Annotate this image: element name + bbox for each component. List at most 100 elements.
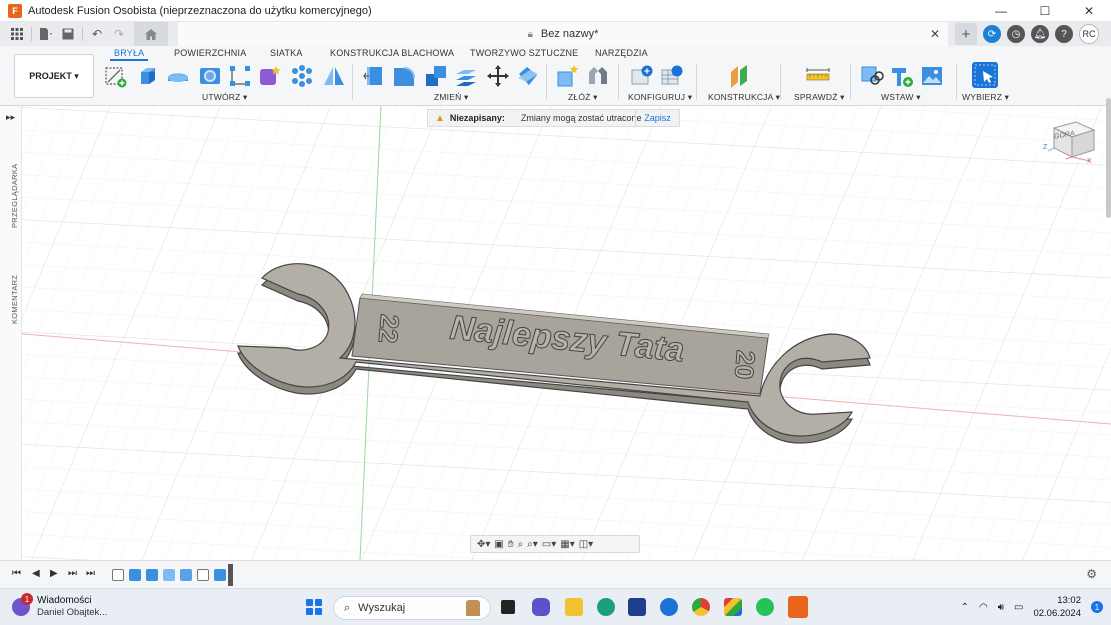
pan-icon[interactable]: ✋︎ [508,539,514,550]
mirror-icon[interactable] [322,64,346,88]
timeline-prev-button[interactable]: ◀ [32,568,40,579]
pattern-icon[interactable] [290,64,314,88]
volume-icon[interactable]: 🔊︎ [998,602,1004,613]
task-view-icon[interactable] [501,600,515,614]
timeline-play-button[interactable]: ▶ [50,568,58,579]
group-wybierz[interactable]: WYBIERZ ▾ [962,92,1009,103]
whatsapp-icon[interactable] [756,598,774,616]
timeline-next-button[interactable]: ⏭ [68,568,77,579]
notifications-icon[interactable]: 🔔︎ [1031,25,1049,43]
offset-face-icon[interactable] [454,64,478,88]
data-panel-grid-icon[interactable] [6,23,28,45]
gear-icon[interactable]: ⚙ [1086,567,1097,581]
move-icon[interactable] [486,64,510,88]
timeline-fillet-icon[interactable] [163,569,175,581]
maximize-button[interactable]: ☐ [1023,0,1067,22]
tab-siatka[interactable]: SIATKA [270,48,303,58]
minimize-button[interactable]: — [979,0,1023,22]
notification-center-icon[interactable]: 1 [1091,601,1103,613]
configure-table-icon[interactable] [660,64,684,88]
redo-icon[interactable]: ↷ [108,23,130,45]
timeline-extrude-icon[interactable] [146,569,158,581]
group-wstaw[interactable]: WSTAW ▾ [881,92,921,103]
insert-mesh-icon[interactable] [890,64,914,88]
teams-chat-icon[interactable] [532,598,550,616]
timeline-extrude-icon[interactable] [129,569,141,581]
timeline-sketch-icon[interactable] [197,569,209,581]
document-tab[interactable]: 🔒︎ Bez nazwy* ✕ [178,22,948,46]
timeline-chamfer-icon[interactable] [180,569,192,581]
grid-settings-icon[interactable]: ▦▾ [560,539,574,550]
fusion-taskbar-icon[interactable] [788,596,808,618]
extensions-icon[interactable]: ⟳ [983,25,1001,43]
project-button[interactable]: PROJEKT ▾ [14,54,94,98]
group-konstrukcja[interactable]: KONSTRUKCJA ▾ [708,92,780,103]
timeline-sketch-icon[interactable] [112,569,124,581]
display-settings-icon[interactable]: ▭▾ [542,539,556,550]
help-icon[interactable]: ? [1055,25,1073,43]
orbit-icon[interactable]: ✥▾ [477,539,490,550]
clock[interactable]: 13:02 02.06.2024 [1033,594,1081,620]
timeline-first-button[interactable]: ⏮ [12,568,21,579]
select-icon[interactable] [972,62,998,88]
revolve-icon[interactable] [166,64,190,88]
viewcube[interactable]: GÓRA X Z [1042,118,1098,168]
new-component-icon[interactable] [556,64,580,88]
battery-icon[interactable]: ▭ [1014,602,1023,613]
chrome-browser-icon[interactable] [692,598,710,616]
wifi-icon[interactable]: ◠ [979,602,988,613]
chevron-up-icon[interactable]: ⌃ [961,602,969,613]
quick-assist-icon[interactable] [660,598,678,616]
group-zloz[interactable]: ZŁÓŻ ▾ [568,92,598,103]
user-avatar[interactable]: RC [1079,24,1099,44]
job-status-icon[interactable]: ◷ [1007,25,1025,43]
browser-panel-tab[interactable]: PRZEGLĄDARKA [10,164,19,228]
look-at-icon[interactable]: ▣ [494,539,503,550]
file-menu-icon[interactable] [35,23,57,45]
extrude-icon[interactable] [136,64,160,88]
group-zmien[interactable]: ZMIEŃ ▾ [434,92,468,103]
joint-icon[interactable] [586,64,610,88]
home-tab-icon[interactable] [134,22,168,46]
messages-notification[interactable]: 1 Wiadomości Daniel Obajtek... [12,593,107,619]
file-explorer-icon[interactable] [565,598,583,616]
insert-image-icon[interactable] [920,64,944,88]
taskbar-search[interactable]: ⌕ Wyszukaj [333,596,491,620]
group-konfiguruj[interactable]: KONFIGURUJ ▾ [628,92,692,103]
expand-panel-icon[interactable]: ▸▸ [6,112,15,123]
offset-plane-icon[interactable] [728,64,752,88]
tab-narzedzia[interactable]: NARZĘDZIA [595,48,648,58]
viewports-icon[interactable]: ◫▾ [579,539,593,550]
press-pull-icon[interactable] [362,64,386,88]
canvas-scene[interactable]: Najlepszy Tata 22 20 [0,106,1111,560]
scrollbar[interactable] [1106,98,1111,218]
comments-panel-tab[interactable]: KOMENTARZ [10,275,19,324]
insert-derive-icon[interactable] [860,64,884,88]
undo-icon[interactable]: ↶ [86,23,108,45]
configure-icon[interactable] [630,64,654,88]
tab-konstrukcja-blachowa[interactable]: KONSTRUKCJA BLACHOWA [330,48,454,58]
edge-browser-icon[interactable] [597,598,615,616]
tab-bryla[interactable]: BRYŁA [109,48,149,61]
close-tab-icon[interactable]: ✕ [930,27,940,41]
close-window-button[interactable]: ✕ [1067,0,1111,22]
tab-tworzywo-sztuczne[interactable]: TWORZYWO SZTUCZNE [470,48,578,58]
timeline-last-button[interactable]: ⏭ [86,568,95,579]
save-icon[interactable] [57,23,79,45]
measure-icon[interactable] [806,64,830,88]
save-link[interactable]: Zapisz [635,110,679,126]
windows-start-icon[interactable] [306,599,322,615]
zoom-window-icon[interactable]: ⌕▾ [527,539,538,550]
microsoft-store-icon[interactable] [628,598,646,616]
combine-icon[interactable] [424,64,448,88]
split-body-icon[interactable] [516,64,540,88]
gallery-app-icon[interactable] [724,598,742,616]
timeline-marker[interactable] [228,564,233,586]
group-sprawdz[interactable]: SPRAWDŹ ▾ [794,92,845,103]
timeline-extrude-icon[interactable] [214,569,226,581]
create-sketch-icon[interactable] [104,64,128,88]
hole-icon[interactable] [198,64,222,88]
fillet-icon[interactable] [392,64,416,88]
tab-powierzchnia[interactable]: POWIERZCHNIA [174,48,246,58]
group-utworz[interactable]: UTWÓRZ ▾ [202,92,248,103]
